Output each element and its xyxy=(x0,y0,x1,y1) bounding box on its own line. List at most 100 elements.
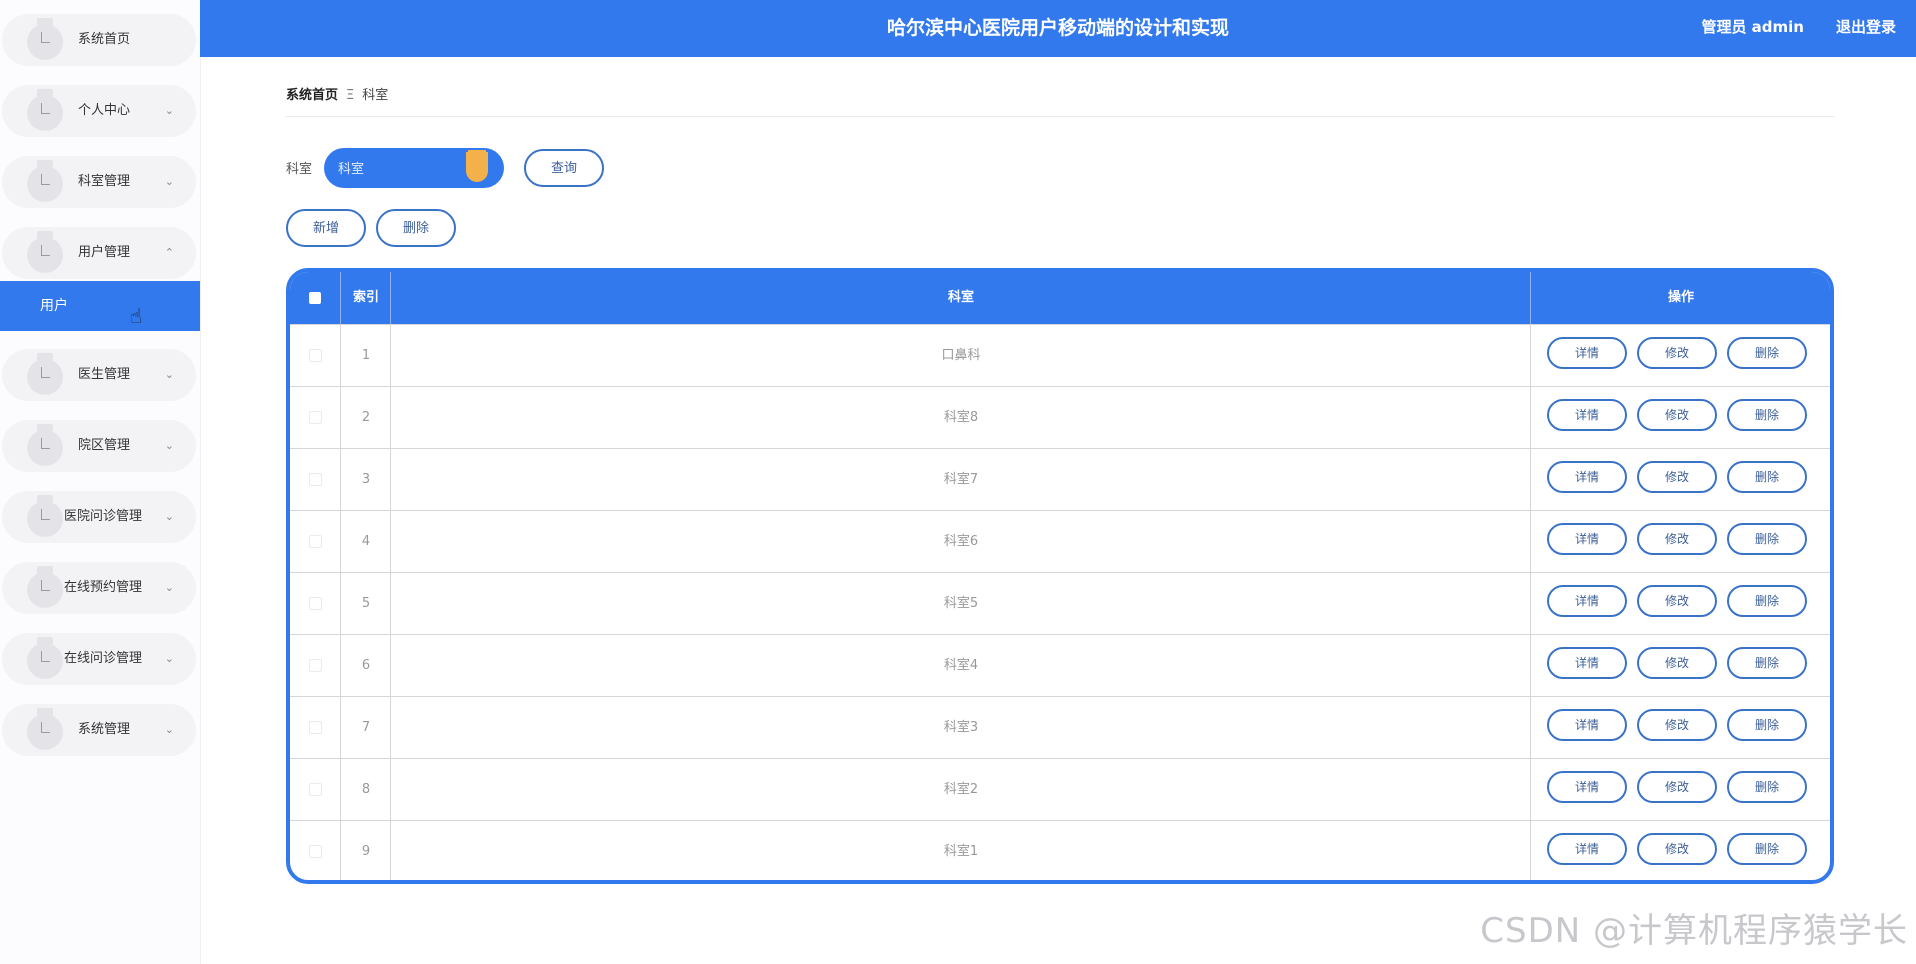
row-actions: 详情 修改 删除 xyxy=(1530,573,1830,635)
sidebar-item-online-booking-management[interactable]: 在线预约管理 ⌄ xyxy=(2,562,196,614)
row-department: 科室3 xyxy=(390,697,1531,759)
breadcrumb-home[interactable]: 系统首页 xyxy=(286,88,338,103)
breadcrumb-current: 科室 xyxy=(362,88,389,103)
edit-button[interactable]: 修改 xyxy=(1637,709,1717,741)
chevron-down-icon: ⌄ xyxy=(164,368,174,381)
table-row: 5 科室5 详情 修改 删除 xyxy=(290,572,1830,635)
delete-button[interactable]: 删除 xyxy=(1727,399,1807,431)
menu-badge-icon xyxy=(27,708,63,750)
row-index: 5 xyxy=(340,573,391,635)
sidebar-item-hospital-consult-management[interactable]: 医院问诊管理 ⌄ xyxy=(2,491,196,543)
detail-button[interactable]: 详情 xyxy=(1547,771,1627,803)
menu-badge-icon xyxy=(27,495,63,537)
watermark: CSDN @计算机程序猿学长 xyxy=(1480,911,1908,951)
sidebar-item-online-consult-management[interactable]: 在线问诊管理 ⌄ xyxy=(2,633,196,685)
delete-button[interactable]: 删除 xyxy=(1727,523,1807,555)
delete-button[interactable]: 删除 xyxy=(1727,337,1807,369)
row-department: 口鼻科 xyxy=(390,325,1531,387)
sidebar-item-label: 医生管理 xyxy=(78,367,131,382)
batch-delete-button[interactable]: 删除 xyxy=(376,209,456,247)
delete-button[interactable]: 删除 xyxy=(1727,709,1807,741)
add-button[interactable]: 新增 xyxy=(286,209,366,247)
select-all-cell xyxy=(290,272,340,324)
department-search-input[interactable] xyxy=(336,154,460,184)
delete-button[interactable]: 删除 xyxy=(1727,833,1807,865)
edit-button[interactable]: 修改 xyxy=(1637,523,1717,555)
sidebar-item-department-management[interactable]: 科室管理 ⌄ xyxy=(2,156,196,208)
row-select-cell xyxy=(290,573,340,635)
edit-button[interactable]: 修改 xyxy=(1637,585,1717,617)
decoration-icon xyxy=(466,150,488,182)
edit-button[interactable]: 修改 xyxy=(1637,833,1717,865)
edit-button[interactable]: 修改 xyxy=(1637,461,1717,493)
sidebar-item-doctor-management[interactable]: 医生管理 ⌄ xyxy=(2,349,196,401)
row-department: 科室7 xyxy=(390,449,1531,511)
row-department: 科室2 xyxy=(390,759,1531,821)
row-checkbox[interactable] xyxy=(308,659,322,672)
edit-button[interactable]: 修改 xyxy=(1637,771,1717,803)
row-actions: 详情 修改 删除 xyxy=(1530,697,1830,759)
table-row: 4 科室6 详情 修改 删除 xyxy=(290,510,1830,573)
table-row: 1 口鼻科 详情 修改 删除 xyxy=(290,324,1830,387)
row-checkbox[interactable] xyxy=(308,597,322,610)
delete-button[interactable]: 删除 xyxy=(1727,647,1807,679)
sidebar-item-user-management[interactable]: 用户管理 ⌃ xyxy=(2,227,196,279)
department-table: 索引 科室 操作 1 口鼻科 详情 修改 删除 2 科室8 详情 修改 删除 3… xyxy=(286,268,1834,884)
menu-badge-icon xyxy=(27,566,63,608)
detail-button[interactable]: 详情 xyxy=(1547,523,1627,555)
row-index: 4 xyxy=(340,511,391,573)
table-row: 9 科室1 详情 修改 删除 xyxy=(290,820,1830,880)
row-select-cell xyxy=(290,387,340,449)
detail-button[interactable]: 详情 xyxy=(1547,709,1627,741)
sidebar-item-home[interactable]: 系统首页 xyxy=(2,14,196,66)
row-actions: 详情 修改 删除 xyxy=(1530,325,1830,387)
row-checkbox[interactable] xyxy=(308,845,322,858)
breadcrumb: 系统首页 Ξ 科室 xyxy=(286,84,1834,117)
sidebar-item-label: 科室管理 xyxy=(78,174,131,189)
sidebar-item-label: 系统首页 xyxy=(78,32,131,47)
sidebar-item-campus-management[interactable]: 院区管理 ⌄ xyxy=(2,420,196,472)
detail-button[interactable]: 详情 xyxy=(1547,647,1627,679)
sidebar-item-system-management[interactable]: 系统管理 ⌄ xyxy=(2,704,196,756)
sidebar-item-label: 系统管理 xyxy=(78,722,131,737)
row-select-cell xyxy=(290,635,340,697)
detail-button[interactable]: 详情 xyxy=(1547,461,1627,493)
query-button[interactable]: 查询 xyxy=(524,149,604,187)
row-checkbox[interactable] xyxy=(308,535,322,548)
select-all-checkbox[interactable] xyxy=(309,291,321,304)
hand-pointer-icon: ☝ xyxy=(130,304,143,328)
edit-button[interactable]: 修改 xyxy=(1637,399,1717,431)
delete-button[interactable]: 删除 xyxy=(1727,771,1807,803)
sidebar-subitem-user[interactable]: 用户 xyxy=(0,281,200,331)
row-checkbox[interactable] xyxy=(308,473,322,486)
chevron-down-icon: ⌄ xyxy=(164,581,174,594)
search-label: 科室 xyxy=(286,162,313,177)
sidebar-subitem-label: 用户 xyxy=(40,298,68,314)
delete-button[interactable]: 删除 xyxy=(1727,585,1807,617)
logout-link[interactable]: 退出登录 xyxy=(1836,0,1896,54)
detail-button[interactable]: 详情 xyxy=(1547,833,1627,865)
menu-badge-icon xyxy=(27,637,63,679)
row-checkbox[interactable] xyxy=(308,411,322,424)
row-checkbox[interactable] xyxy=(308,349,322,362)
chevron-down-icon: ⌄ xyxy=(164,104,174,117)
delete-button[interactable]: 删除 xyxy=(1727,461,1807,493)
row-index: 3 xyxy=(340,449,391,511)
row-checkbox[interactable] xyxy=(308,783,322,796)
row-select-cell xyxy=(290,821,340,880)
detail-button[interactable]: 详情 xyxy=(1547,399,1627,431)
chevron-down-icon: ⌄ xyxy=(164,723,174,736)
row-select-cell xyxy=(290,759,340,821)
detail-button[interactable]: 详情 xyxy=(1547,337,1627,369)
row-index: 1 xyxy=(340,325,391,387)
row-checkbox[interactable] xyxy=(308,721,322,734)
edit-button[interactable]: 修改 xyxy=(1637,647,1717,679)
sidebar-item-label: 在线预约管理 xyxy=(64,580,143,595)
detail-button[interactable]: 详情 xyxy=(1547,585,1627,617)
row-department: 科室5 xyxy=(390,573,1531,635)
edit-button[interactable]: 修改 xyxy=(1637,337,1717,369)
menu-badge-icon xyxy=(27,89,63,131)
chevron-down-icon: ⌄ xyxy=(164,439,174,452)
sidebar-item-personal-center[interactable]: 个人中心 ⌄ xyxy=(2,85,196,137)
sidebar-item-label: 用户管理 xyxy=(78,245,131,260)
